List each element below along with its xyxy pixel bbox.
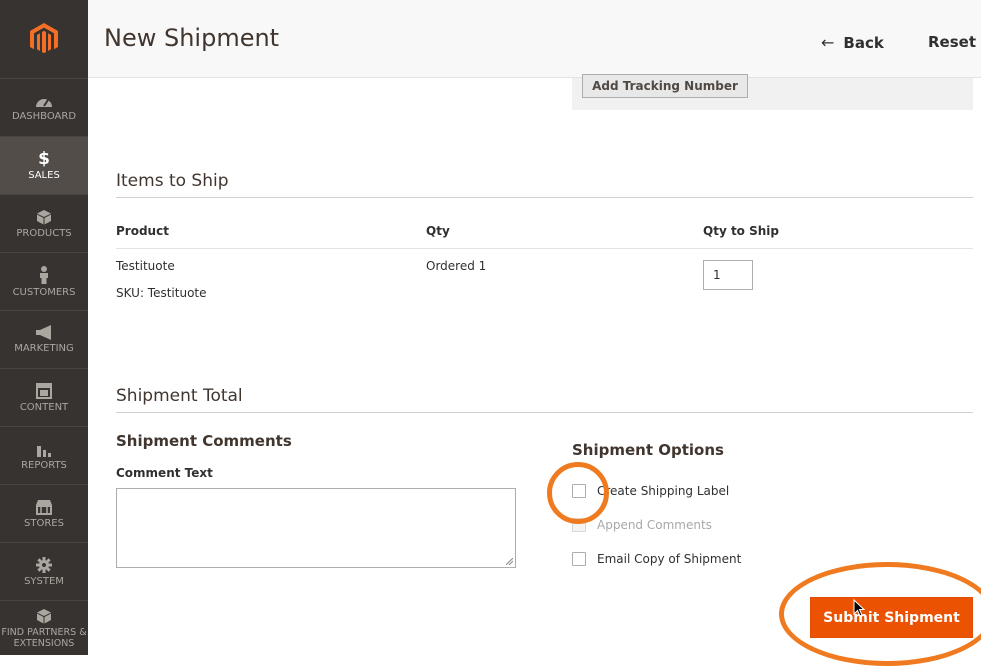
store-icon [36,499,52,515]
option-label: Create Shipping Label [597,484,730,498]
sidebar-item-label: DASHBOARD [11,110,77,122]
sidebar-item-partners[interactable]: FIND PARTNERS & EXTENSIONS [0,601,88,655]
dollar-icon: $ [38,149,50,169]
option-label: Append Comments [597,518,712,532]
page-header: New Shipment ← Back Reset [88,0,981,78]
magento-logo-icon [30,23,58,54]
resize-grip-icon[interactable] [506,558,513,565]
qty-to-ship-input[interactable]: 1 [703,260,753,290]
tracking-panel: Add Tracking Number [572,74,973,110]
megaphone-icon [36,325,51,340]
sidebar-item-products[interactable]: PRODUCTS [0,195,88,253]
back-button-label: Back [843,33,884,52]
table-header-divider [116,248,973,249]
create-shipping-label-option[interactable]: Create Shipping Label [572,484,729,498]
comment-text-label: Comment Text [116,466,213,480]
option-label: Email Copy of Shipment [597,552,742,566]
submit-shipment-button[interactable]: Submit Shipment [810,597,973,638]
mouse-cursor-icon [853,599,865,617]
sidebar-item-content[interactable]: CONTENT [0,369,88,427]
layout-icon [36,382,52,399]
sidebar-item-label: MARKETING [14,343,74,354]
sidebar-item-sales[interactable]: $ SALES [0,137,88,195]
bar-chart-icon [37,445,51,457]
back-button[interactable]: ← Back [821,33,884,52]
sidebar-item-label: REPORTS [21,459,67,471]
append-comments-option: Append Comments [572,518,712,532]
sidebar-item-marketing[interactable]: MARKETING [0,311,88,369]
partners-icon [37,608,51,623]
page-title: New Shipment [104,24,280,52]
dashboard-icon [36,98,52,107]
shipment-options-title: Shipment Options [572,441,724,459]
column-header-qty-to-ship: Qty to Ship [703,224,779,238]
section-divider [116,197,973,198]
person-icon [40,265,48,284]
sidebar-item-label: STORES [24,517,64,529]
sidebar-item-label: FIND PARTNERS & EXTENSIONS [1,626,87,649]
create-shipping-label-checkbox[interactable] [572,484,586,498]
cube-icon [37,209,51,224]
magento-logo[interactable] [0,0,88,79]
shipment-comments-title: Shipment Comments [116,432,292,450]
sidebar-item-label: SYSTEM [24,575,64,587]
reset-button[interactable]: Reset [928,33,976,51]
arrow-left-icon: ← [821,33,835,52]
shipment-total-title: Shipment Total [116,386,243,406]
sidebar-item-label: PRODUCTS [16,227,72,239]
sidebar-item-label: CUSTOMERS [12,286,76,298]
sidebar-item-reports[interactable]: REPORTS [0,427,88,485]
gear-icon [36,556,52,573]
sidebar-item-dashboard[interactable]: DASHBOARD [0,79,88,137]
column-header-qty: Qty [426,224,450,238]
add-tracking-number-button[interactable]: Add Tracking Number [582,74,748,98]
sidebar-item-label: SALES [28,170,60,181]
email-copy-checkbox[interactable] [572,552,586,566]
sidebar-item-customers[interactable]: CUSTOMERS [0,253,88,311]
sidebar-item-label: CONTENT [19,401,69,413]
email-copy-option[interactable]: Email Copy of Shipment [572,552,741,566]
product-name: Testituote [116,259,175,273]
sidebar-item-system[interactable]: SYSTEM [0,543,88,601]
items-to-ship-title: Items to Ship [116,171,229,191]
comment-textarea[interactable] [116,488,516,568]
product-sku: SKU: Testituote [116,286,207,300]
column-header-product: Product [116,224,169,238]
append-comments-checkbox [572,518,586,532]
qty-ordered: Ordered 1 [426,259,487,273]
sidebar-item-stores[interactable]: STORES [0,485,88,543]
admin-sidebar: DASHBOARD $ SALES PRODUCTS CUSTOMERS MAR… [0,0,88,655]
section-divider [116,412,973,413]
